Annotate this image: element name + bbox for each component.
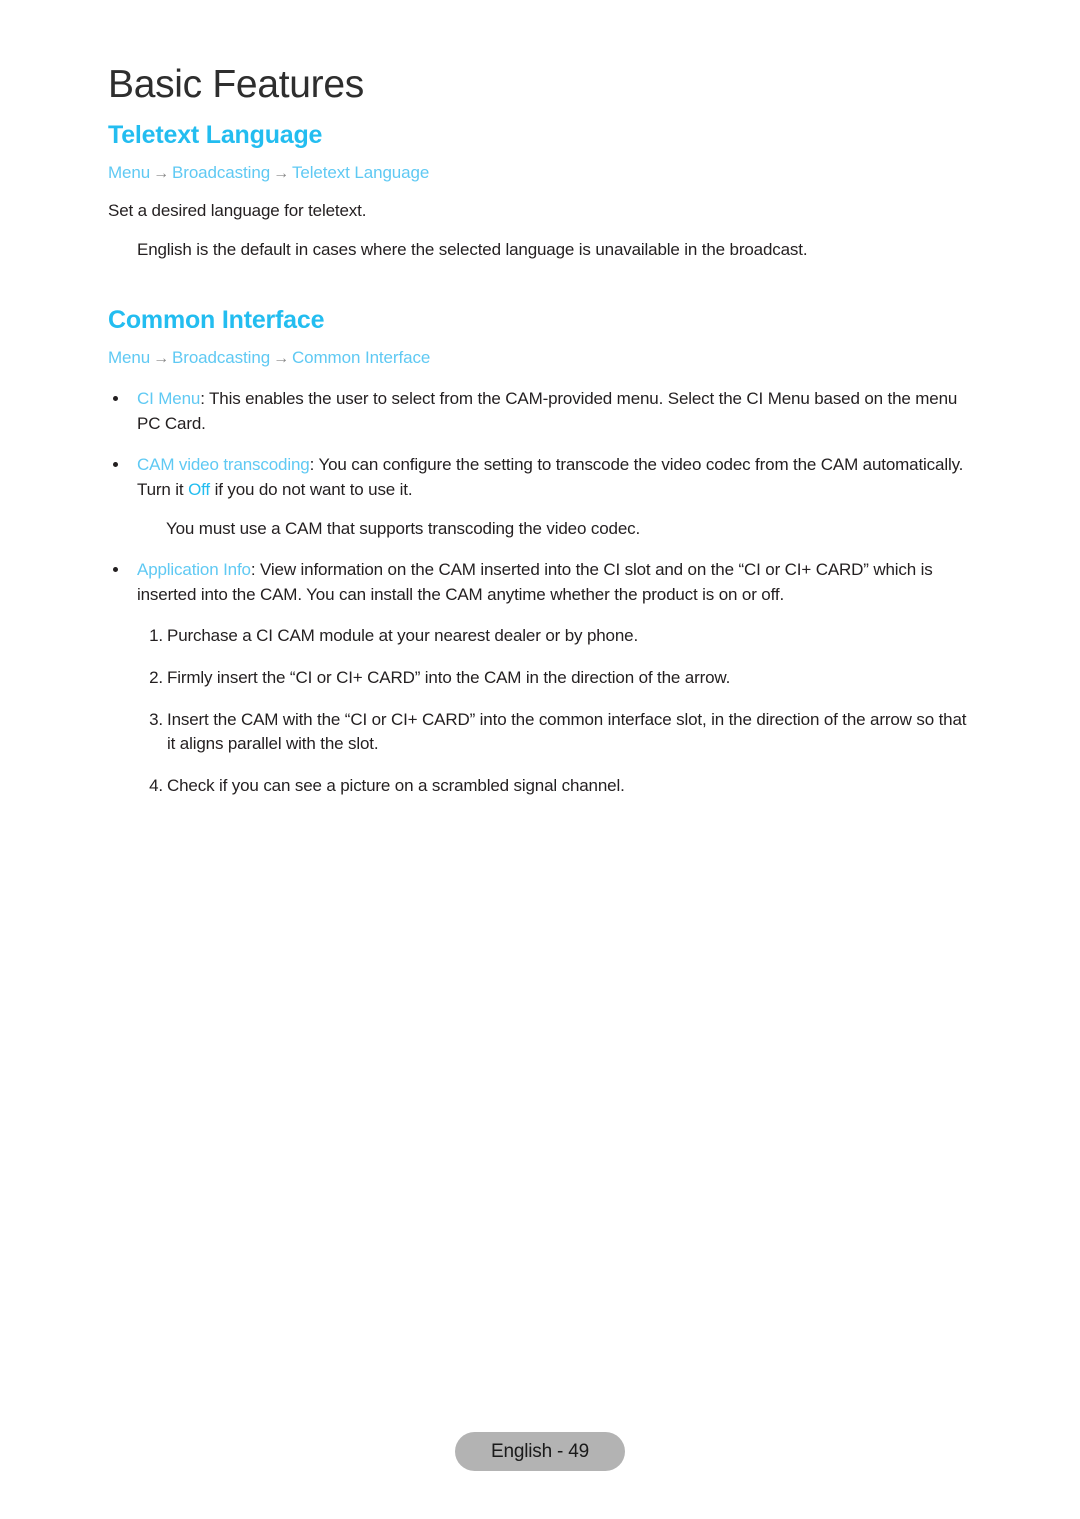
teletext-language-note: English is the default in cases where th… — [137, 239, 808, 259]
common-interface-options-list: CI Menu: This enables the user to select… — [108, 387, 976, 607]
option-term-application-info: Application Info — [137, 560, 251, 580]
option-keyword-off: Off — [188, 479, 210, 499]
list-item: 2. Firmly insert the “CI or CI+ CARD” int… — [108, 666, 976, 691]
list-item: CAM video transcoding: You can configure… — [108, 453, 976, 541]
arrow-right-icon: → — [153, 165, 170, 183]
step-number: 2. — [149, 668, 163, 688]
option-description: : View information on the CAM inserted i… — [137, 560, 933, 604]
step-number: 1. — [149, 626, 163, 646]
breadcrumb-item-menu[interactable]: Menu — [108, 163, 150, 182]
section-heading-teletext-language: Teletext Language — [108, 121, 323, 150]
option-description-after: if you do not want to use it. — [210, 479, 413, 499]
page-content: Basic Features Teletext Language Menu → Br… — [108, 63, 976, 816]
list-item: 1. Purchase a CI CAM module at your neare… — [108, 624, 976, 649]
option-term-cam-video-transcoding: CAM video transcoding — [137, 455, 310, 475]
list-item: 3. Insert the CAM with the “CI or CI+ CAR… — [108, 708, 976, 757]
breadcrumb-teletext-language: Menu → Broadcasting → Teletext Language — [108, 162, 976, 185]
step-text: Firmly insert the “CI or CI+ CARD” into … — [167, 668, 731, 688]
arrow-right-icon: → — [273, 350, 289, 368]
breadcrumb-item-menu[interactable]: Menu — [108, 348, 150, 367]
option-term-ci-menu: CI Menu — [137, 388, 201, 408]
page-footer-label: English - 49 — [491, 1440, 589, 1462]
step-number: 3. — [149, 709, 163, 729]
teletext-language-description: Set a desired language for teletext. — [108, 200, 367, 220]
page-footer-badge: English - 49 — [455, 1432, 625, 1471]
step-number: 4. — [149, 776, 163, 796]
breadcrumb-item-teletext-language[interactable]: Teletext Language — [292, 163, 429, 182]
breadcrumb-common-interface: Menu → Broadcasting → Common Interface — [108, 347, 976, 370]
arrow-right-icon: → — [153, 350, 170, 368]
cam-video-transcoding-note: You must use a CAM that supports transco… — [166, 518, 641, 538]
arrow-right-icon: → — [273, 165, 289, 183]
list-item: Application Info: View information on th… — [108, 558, 976, 607]
list-item: 4. Check if you can see a picture on a sc… — [108, 774, 976, 799]
section-heading-common-interface: Common Interface — [108, 306, 325, 335]
breadcrumb-item-broadcasting[interactable]: Broadcasting — [172, 163, 270, 182]
manual-page: Basic Features Teletext Language Menu → Br… — [0, 0, 1080, 1519]
step-text: Insert the CAM with the “CI or CI+ CARD”… — [167, 709, 967, 754]
step-text: Purchase a CI CAM module at your nearest… — [167, 626, 639, 646]
option-description: : This enables the user to select from t… — [137, 388, 958, 433]
cam-installation-steps: 1. Purchase a CI CAM module at your neare… — [108, 624, 976, 798]
chapter-title: Basic Features — [108, 63, 364, 106]
breadcrumb-item-common-interface[interactable]: Common Interface — [292, 348, 430, 367]
step-text: Check if you can see a picture on a scra… — [167, 776, 625, 796]
list-item: CI Menu: This enables the user to select… — [108, 387, 976, 436]
breadcrumb-item-broadcasting[interactable]: Broadcasting — [172, 348, 270, 367]
